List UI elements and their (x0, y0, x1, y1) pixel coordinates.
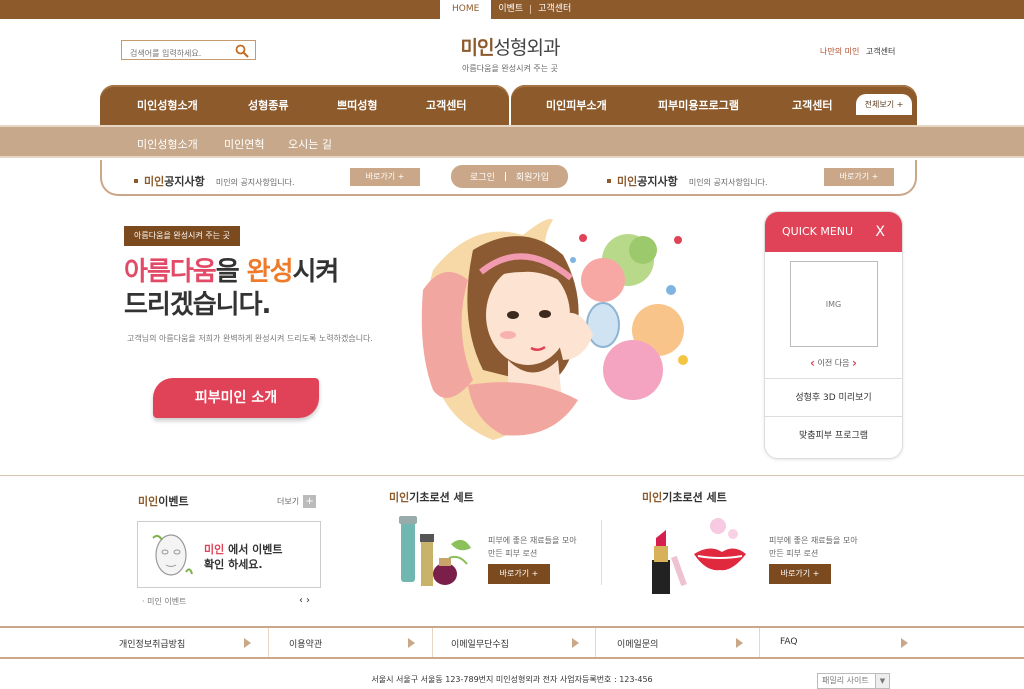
header-support-link[interactable]: 고객센터 (866, 47, 895, 56)
divider (268, 628, 269, 657)
login-button[interactable]: 로그인 (470, 170, 495, 183)
header-links: 나만의 미인 고객센터 (820, 46, 895, 57)
bullet (134, 178, 138, 183)
more-label: 더보기 (277, 497, 300, 506)
subnav-history[interactable]: 미인연혁 (224, 136, 264, 152)
nav-item-skin-program[interactable]: 피부미용프로그램 (658, 97, 739, 113)
product-go-button[interactable]: 바로가기 + (488, 564, 550, 584)
event-banner[interactable]: 미인 에서 이벤트 확인 하세요. (137, 521, 321, 588)
events-title: 미인이벤트 (138, 495, 189, 508)
notice-text: 미인의 공지사항입니다. (215, 178, 295, 187)
chevron-down-icon: ▼ (875, 674, 889, 688)
top-nav: HOME 이벤트 고객센터 (440, 0, 578, 19)
event-link[interactable]: 이벤트 (491, 0, 530, 19)
events-pager[interactable]: ‹› (299, 595, 313, 606)
lipstick-image (652, 518, 746, 594)
search-input[interactable] (122, 44, 230, 63)
quick-item-3d-preview[interactable]: 성형후 3D 미리보기 (765, 378, 902, 416)
hero-headline: 아름다움을 완성시켜 드리겠습니다. (124, 257, 339, 320)
footer-link-terms[interactable]: 이용약관 (289, 637, 322, 650)
notice-left: 미인공지사항 미인의 공지사항입니다. (134, 170, 295, 189)
view-all-button[interactable]: 전체보기 + (856, 94, 912, 115)
subnav-intro[interactable]: 미인성형소개 (137, 136, 198, 152)
home-link[interactable]: HOME (440, 0, 492, 19)
hero-illustration (421, 219, 688, 440)
sub-nav: 미인성형소개 미인연혁 오시는 길 (0, 125, 1024, 158)
support-link[interactable]: 고객센터 (531, 0, 578, 19)
arrow-right-icon (736, 638, 743, 648)
next-link[interactable]: 다음 (835, 359, 850, 368)
divider (504, 172, 506, 181)
footer-links: 개인정보취급방침 이용약관 이메일무단수집 이메일문의 FAQ (0, 626, 1024, 659)
quick-menu: QUICK MENU X IMG ‹ 이전 다음 › 성형후 3D 미리보기 맞… (764, 211, 903, 459)
notice-go-button[interactable]: 바로가기 + (350, 168, 420, 186)
search-icon[interactable] (235, 44, 249, 58)
event-banner-text: 미인 에서 이벤트 확인 하세요. (204, 543, 283, 571)
nav-item-skin-support[interactable]: 고객센터 (792, 97, 832, 113)
my-beauty-link[interactable]: 나만의 미인 (820, 47, 859, 56)
main-nav-left: 미인성형소개 성형종류 쁘띠성형 고객센터 (100, 85, 509, 125)
quick-image-placeholder: IMG (789, 261, 878, 347)
quick-menu-title: QUICK MENU (782, 225, 854, 238)
chevron-right-icon[interactable]: › (852, 356, 857, 370)
arrow-right-icon (901, 638, 908, 648)
footer-link-email-policy[interactable]: 이메일무단수집 (451, 637, 509, 650)
notice-title: 미인공지사항 (144, 175, 205, 188)
hero-tag: 아름다움을 완성시켜 주는 곳 (124, 226, 240, 246)
footer-link-email-inquiry[interactable]: 이메일문의 (617, 637, 658, 650)
footer-link-faq[interactable]: FAQ (780, 637, 797, 647)
product-description: 피부에 좋은 재료들을 모아 만든 피부 로션 (488, 536, 577, 558)
product-go-button[interactable]: 바로가기 + (769, 564, 831, 584)
search-box (121, 40, 256, 63)
face-mask-icon (152, 534, 193, 576)
product-title: 미인기초로션 세트 (389, 491, 474, 504)
nav-item-types[interactable]: 성형종류 (248, 97, 288, 113)
notice-go-button[interactable]: 바로가기 + (824, 168, 894, 186)
events-sub-label: · 미인 이벤트 (142, 597, 187, 606)
quick-menu-header: QUICK MENU X (765, 212, 902, 252)
subnav-location[interactable]: 오시는 길 (288, 136, 332, 152)
prev-link[interactable]: 이전 (817, 359, 832, 368)
product-description: 피부에 좋은 재료들을 모아 만든 피부 로션 (769, 536, 858, 558)
divider (432, 628, 433, 657)
login-pill: 로그인 회원가입 (451, 165, 568, 188)
divider (601, 520, 602, 585)
logo[interactable]: 미인성형외과 아름다움을 완성시켜 주는 곳 (400, 33, 620, 74)
nav-item-intro[interactable]: 미인성형소개 (137, 97, 198, 113)
quick-pager: ‹ 이전 다음 › (765, 356, 902, 370)
arrow-right-icon (572, 638, 579, 648)
skin-intro-button[interactable]: 피부미인 소개 (153, 378, 319, 418)
logo-rest: 성형외과 (493, 37, 561, 59)
notice-right: 미인공지사항 미인의 공지사항입니다. (607, 170, 768, 189)
join-button[interactable]: 회원가입 (516, 170, 549, 183)
logo-subtitle: 아름다움을 완성시켜 주는 곳 (462, 64, 558, 73)
family-site-label: 패밀리 사이트 (822, 676, 869, 685)
divider (595, 628, 596, 657)
section-divider (0, 475, 1024, 476)
logo-bold: 미인 (460, 37, 495, 59)
notice-text: 미인의 공지사항입니다. (688, 178, 768, 187)
plus-icon: + (303, 495, 317, 508)
notice-title: 미인공지사항 (617, 175, 678, 188)
family-site-select[interactable]: 패밀리 사이트 ▼ (817, 673, 890, 689)
chevron-left-icon[interactable]: ‹ (810, 356, 815, 370)
arrow-right-icon (408, 638, 415, 648)
bullet (607, 178, 611, 183)
footer-link-privacy[interactable]: 개인정보취급방침 (119, 637, 185, 650)
hero-description: 고객님의 아름다움을 저희가 완벽하게 완성시켜 드리도록 노력하겠습니다. (127, 334, 373, 343)
product-title: 미인기초로션 세트 (642, 491, 727, 504)
events-more[interactable]: 더보기 + (277, 495, 317, 508)
arrow-right-icon (244, 638, 251, 648)
divider (759, 628, 760, 657)
nav-item-petit[interactable]: 쁘띠성형 (337, 97, 377, 113)
quick-item-skin-program[interactable]: 맞춤피부 프로그램 (765, 416, 902, 454)
lotion-set-image (399, 516, 471, 586)
nav-item-skin-intro[interactable]: 미인피부소개 (546, 97, 607, 113)
nav-item-support[interactable]: 고객센터 (426, 97, 466, 113)
close-icon[interactable]: X (875, 212, 885, 252)
